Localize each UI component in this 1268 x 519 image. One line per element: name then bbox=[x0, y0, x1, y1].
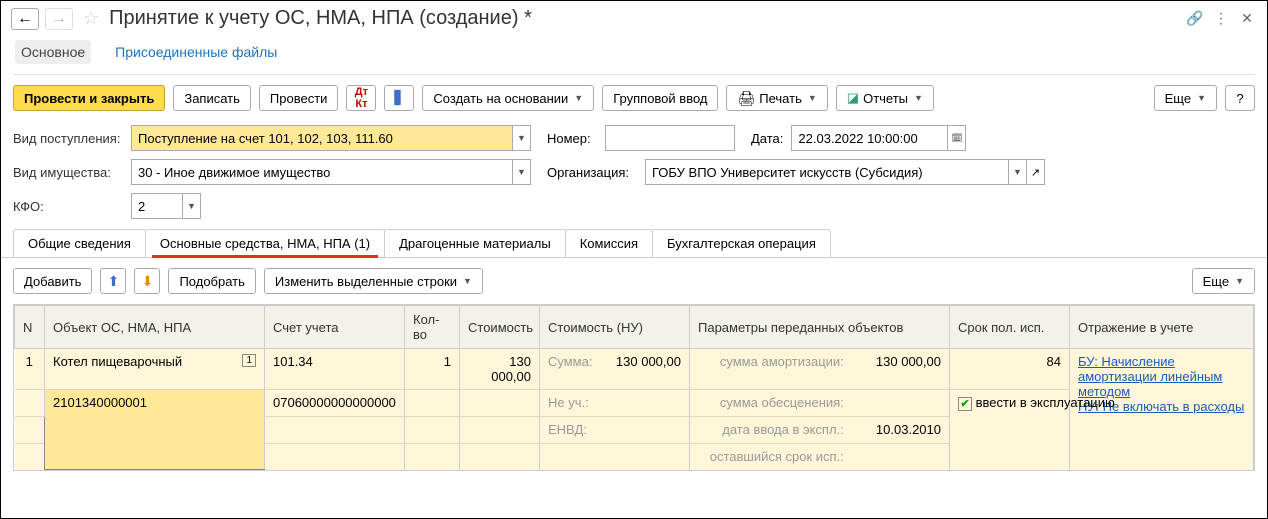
edit-selected-rows-button[interactable]: Изменить выделенные строки▼ bbox=[264, 268, 483, 294]
link-icon[interactable]: 🔗 bbox=[1185, 9, 1205, 29]
chevron-down-icon[interactable]: ▼ bbox=[182, 194, 200, 218]
kfo-label: КФО: bbox=[13, 199, 123, 214]
param-date-label: дата ввода в экспл.: bbox=[698, 422, 844, 437]
cell-commission-check[interactable]: ✔ ввести в эксплуатацию bbox=[950, 390, 1070, 470]
date-value: 22.03.2022 10:00:00 bbox=[792, 126, 947, 150]
table-more-label: Еще bbox=[1203, 274, 1229, 289]
nu-sum-label: Сумма: bbox=[548, 354, 592, 369]
col-object[interactable]: Объект ОС, НМА, НПА bbox=[45, 306, 265, 349]
cell-inventory-number[interactable]: 2101340000001 bbox=[45, 390, 265, 470]
nu-excl-label: Не уч.: bbox=[548, 395, 589, 410]
param-impair-label: сумма обесценения: bbox=[698, 395, 844, 410]
more-vertical-icon[interactable]: ⋮ bbox=[1211, 9, 1231, 29]
object-name: Котел пищеварочный bbox=[53, 354, 182, 369]
cell-account2[interactable]: 07060000000000000 bbox=[265, 390, 405, 417]
col-n[interactable]: N bbox=[15, 306, 45, 349]
submit-button[interactable]: Провести bbox=[259, 85, 339, 111]
tab-general[interactable]: Общие сведения bbox=[13, 229, 146, 257]
chevron-down-icon[interactable]: ▼ bbox=[512, 160, 530, 184]
property-type-label: Вид имущества: bbox=[13, 165, 123, 180]
col-cost[interactable]: Стоимость bbox=[460, 306, 540, 349]
window-title: Принятие к учету ОС, НМА, НПА (создание)… bbox=[109, 7, 1179, 30]
reports-label: Отчеты bbox=[863, 91, 908, 106]
param-amort-value: 130 000,00 bbox=[876, 354, 941, 369]
cell-life[interactable]: 84 bbox=[950, 349, 1070, 390]
section-attachments[interactable]: Присоединенные файлы bbox=[109, 40, 283, 64]
pick-button[interactable]: Подобрать bbox=[168, 268, 255, 294]
object-count-badge: 1 bbox=[242, 354, 256, 367]
nav-forward-button[interactable]: → bbox=[45, 8, 73, 30]
commission-checkbox[interactable]: ✔ bbox=[958, 397, 972, 411]
more-button[interactable]: Еще▼ bbox=[1154, 85, 1217, 111]
param-remain-label: оставшийся срок исп.: bbox=[698, 449, 844, 464]
cell-account[interactable]: 101.34 bbox=[265, 349, 405, 390]
tab-assets[interactable]: Основные средства, НМА, НПА (1) bbox=[145, 229, 385, 257]
create-based-label: Создать на основании bbox=[433, 91, 568, 106]
move-up-button[interactable]: ⬆ bbox=[100, 268, 126, 294]
reflection-bu-link[interactable]: БУ: Начисление амортизации линейным мето… bbox=[1078, 354, 1245, 399]
report-icon: ◪ bbox=[847, 90, 859, 106]
kfo-select[interactable]: 2 ▼ bbox=[131, 193, 201, 219]
nav-back-button[interactable]: ← bbox=[11, 8, 39, 30]
tab-accounting[interactable]: Бухгалтерская операция bbox=[652, 229, 831, 257]
tab-commission[interactable]: Комиссия bbox=[565, 229, 653, 257]
document-icon-button[interactable]: ▋ bbox=[384, 85, 414, 111]
close-icon[interactable]: ✕ bbox=[1237, 9, 1257, 29]
create-based-button[interactable]: Создать на основании▼ bbox=[422, 85, 594, 111]
print-button[interactable]: 🖨Печать▼ bbox=[726, 85, 827, 111]
group-input-button[interactable]: Групповой ввод bbox=[602, 85, 718, 111]
submit-and-close-button[interactable]: Провести и закрыть bbox=[13, 85, 165, 111]
cell-nu-sum[interactable]: Сумма: 130 000,00 bbox=[540, 349, 690, 390]
number-input[interactable] bbox=[605, 125, 735, 151]
nu-sum-value: 130 000,00 bbox=[616, 354, 681, 369]
chevron-down-icon[interactable]: ▼ bbox=[1008, 160, 1026, 184]
print-label: Печать bbox=[759, 91, 802, 106]
tab-precious[interactable]: Драгоценные материалы bbox=[384, 229, 566, 257]
receipt-type-value: Поступление на счет 101, 102, 103, 111.6… bbox=[132, 126, 512, 150]
table-more-button[interactable]: Еще▼ bbox=[1192, 268, 1255, 294]
calendar-icon[interactable]: 🗓 bbox=[947, 126, 965, 150]
col-cost-nu[interactable]: Стоимость (НУ) bbox=[540, 306, 690, 349]
cell-param-amort[interactable]: сумма амортизации: 130 000,00 bbox=[690, 349, 950, 390]
number-label: Номер: bbox=[547, 131, 597, 146]
property-type-value: 30 - Иное движимое имущество bbox=[132, 160, 512, 184]
property-type-select[interactable]: 30 - Иное движимое имущество ▼ bbox=[131, 159, 531, 185]
cell-object[interactable]: Котел пищеварочный 1 bbox=[45, 349, 265, 390]
receipt-type-select[interactable]: Поступление на счет 101, 102, 103, 111.6… bbox=[131, 125, 531, 151]
edit-rows-label: Изменить выделенные строки bbox=[275, 274, 457, 289]
favorite-star-icon[interactable]: ☆ bbox=[83, 8, 99, 29]
param-amort-label: сумма амортизации: bbox=[698, 354, 844, 369]
col-qty[interactable]: Кол-во bbox=[405, 306, 460, 349]
commission-check-label: ввести в эксплуатацию bbox=[976, 395, 1115, 410]
nu-envd-label: ЕНВД: bbox=[548, 422, 587, 437]
cell-cost[interactable]: 130 000,00 bbox=[460, 349, 540, 390]
org-label: Организация: bbox=[547, 165, 637, 180]
col-life[interactable]: Срок пол. исп. bbox=[950, 306, 1070, 349]
add-row-button[interactable]: Добавить bbox=[13, 268, 92, 294]
org-select[interactable]: ГОБУ ВПО Университет искусств (Субсидия)… bbox=[645, 159, 1045, 185]
move-down-button[interactable]: ⬇ bbox=[134, 268, 160, 294]
save-button[interactable]: Записать bbox=[173, 85, 251, 111]
receipt-type-label: Вид поступления: bbox=[13, 131, 123, 146]
param-date-value: 10.03.2010 bbox=[876, 422, 941, 437]
more-label: Еще bbox=[1165, 91, 1191, 106]
reports-button[interactable]: ◪Отчеты▼ bbox=[836, 85, 934, 111]
kfo-value: 2 bbox=[132, 194, 182, 218]
date-label: Дата: bbox=[751, 131, 783, 146]
cell-qty[interactable]: 1 bbox=[405, 349, 460, 390]
help-button[interactable]: ? bbox=[1225, 85, 1255, 111]
col-account[interactable]: Счет учета bbox=[265, 306, 405, 349]
col-params[interactable]: Параметры переданных объектов bbox=[690, 306, 950, 349]
printer-icon: 🖨 bbox=[737, 90, 755, 107]
open-icon[interactable]: ↗ bbox=[1026, 160, 1044, 184]
cell-n[interactable]: 1 bbox=[15, 349, 45, 390]
col-reflection[interactable]: Отражение в учете bbox=[1070, 306, 1254, 349]
org-value: ГОБУ ВПО Университет искусств (Субсидия) bbox=[646, 160, 1008, 184]
debit-credit-button[interactable]: ДтКт bbox=[346, 85, 376, 111]
date-input[interactable]: 22.03.2022 10:00:00 🗓 bbox=[791, 125, 966, 151]
section-main[interactable]: Основное bbox=[15, 40, 91, 64]
chevron-down-icon[interactable]: ▼ bbox=[512, 126, 530, 150]
